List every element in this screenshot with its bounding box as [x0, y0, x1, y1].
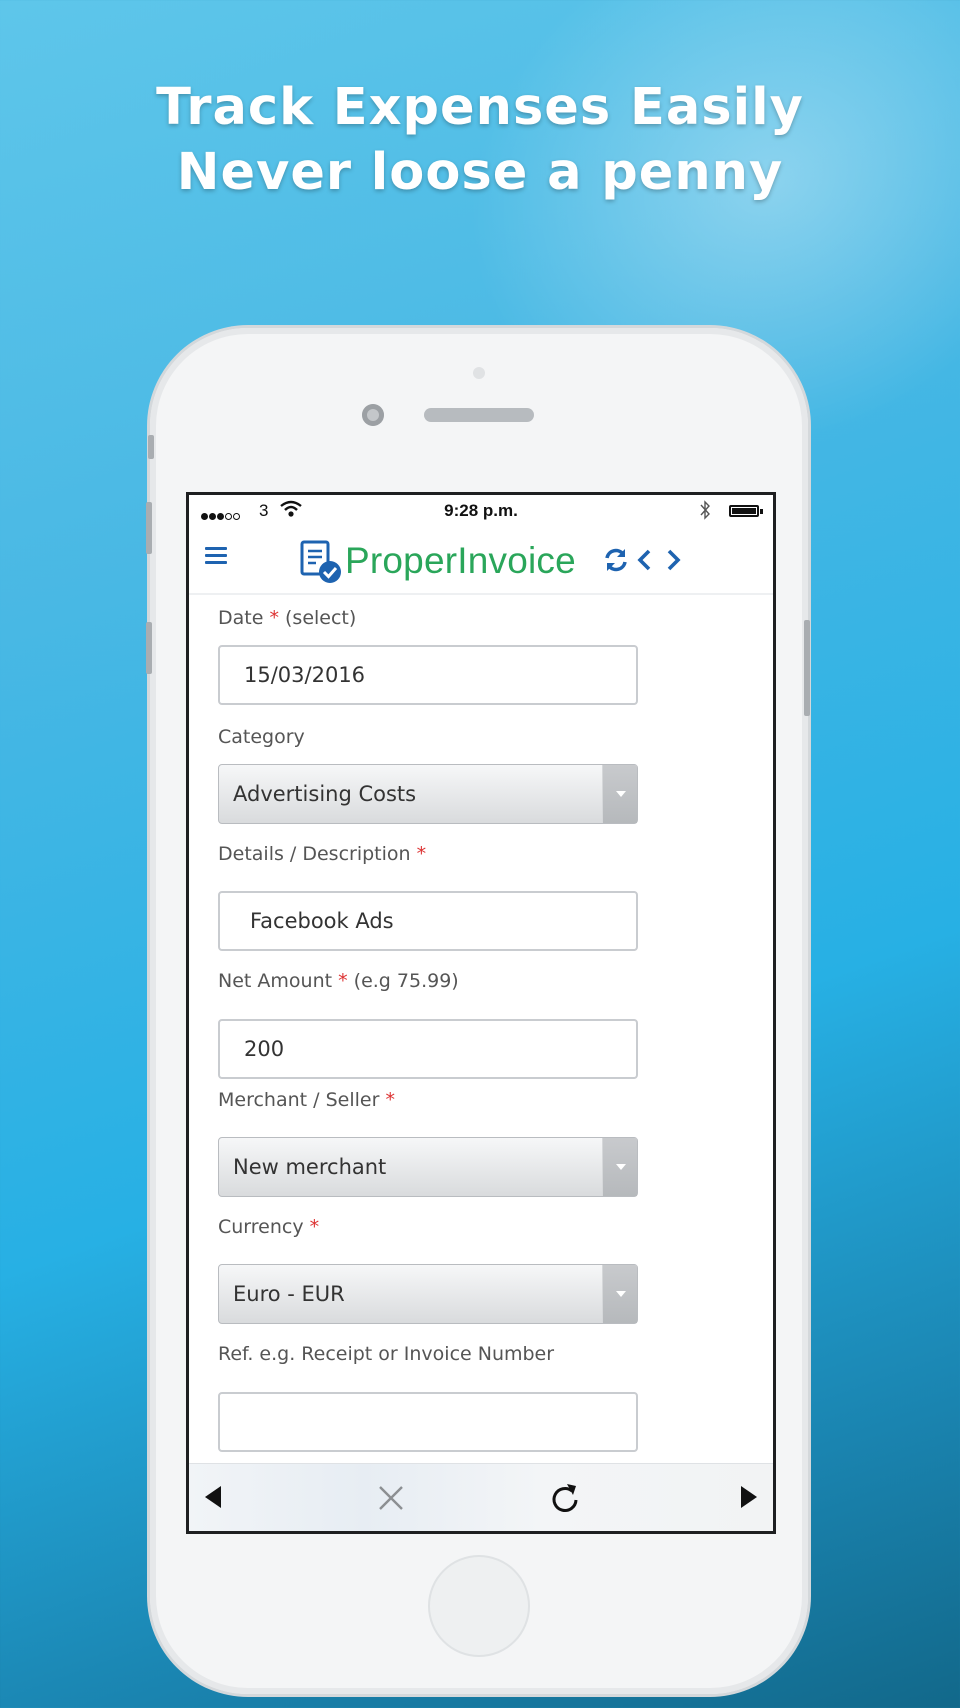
currency-value: Euro - EUR: [233, 1282, 345, 1306]
sync-icon[interactable]: [603, 547, 629, 573]
details-label: Details / Description *: [218, 843, 427, 865]
side-button: [804, 620, 810, 716]
date-label: Date * (select): [218, 607, 357, 629]
merchant-value: New merchant: [233, 1155, 387, 1179]
chevron-left-icon[interactable]: [635, 547, 655, 573]
required-marker: *: [385, 1089, 395, 1111]
volume-down-button: [146, 622, 152, 674]
home-button[interactable]: [428, 1555, 530, 1657]
back-icon[interactable]: [205, 1486, 221, 1508]
required-marker: *: [416, 843, 427, 865]
proximity-sensor: [473, 367, 485, 379]
reload-icon[interactable]: [550, 1482, 580, 1514]
merchant-select[interactable]: New merchant: [218, 1137, 638, 1197]
battery-icon: [729, 505, 763, 517]
currency-select[interactable]: Euro - EUR: [218, 1264, 638, 1324]
date-field[interactable]: 15/03/2016: [218, 645, 638, 705]
reference-field[interactable]: [218, 1392, 638, 1452]
front-camera: [362, 404, 384, 426]
category-select[interactable]: Advertising Costs: [218, 764, 638, 824]
dropdown-caret-icon[interactable]: [602, 765, 637, 823]
details-field[interactable]: Facebook Ads: [218, 891, 638, 951]
chevron-right-icon[interactable]: [663, 547, 683, 573]
promo-subheadline: Never loose a penny: [176, 143, 784, 202]
bluetooth-icon: [700, 500, 710, 520]
phone-screen: 3 9:28 p.m. ProperInvoice Date * (select…: [186, 492, 776, 1534]
dropdown-caret-icon[interactable]: [602, 1265, 637, 1323]
net-amount-label: Net Amount * (e.g 75.99): [218, 970, 459, 992]
browser-toolbar: [189, 1463, 773, 1531]
app-header: ProperInvoice: [189, 529, 773, 595]
reference-label: Ref. e.g. Receipt or Invoice Number: [218, 1343, 555, 1365]
required-marker: *: [338, 970, 348, 992]
date-hint: (select): [285, 607, 357, 629]
required-marker: *: [269, 607, 279, 629]
merchant-label: Merchant / Seller *: [218, 1089, 395, 1111]
forward-icon[interactable]: [741, 1486, 757, 1508]
close-icon[interactable]: [377, 1484, 405, 1512]
invoice-logo-icon: [300, 540, 341, 583]
status-time: 9:28 p.m.: [444, 501, 518, 520]
status-bar: 3 9:28 p.m.: [189, 495, 773, 529]
category-label: Category: [218, 726, 305, 748]
net-amount-hint: (e.g 75.99): [353, 970, 459, 992]
promo-headline: Track Expenses Easily: [156, 78, 804, 137]
category-value: Advertising Costs: [233, 782, 417, 806]
hamburger-menu-icon[interactable]: [205, 547, 227, 567]
volume-up-button: [146, 502, 152, 554]
dropdown-caret-icon[interactable]: [602, 1138, 637, 1196]
app-logo: ProperInvoice: [345, 540, 576, 581]
mute-switch: [148, 435, 154, 459]
earpiece-speaker: [424, 408, 534, 422]
net-amount-field[interactable]: 200: [218, 1019, 638, 1079]
currency-label: Currency *: [218, 1216, 320, 1238]
required-marker: *: [309, 1216, 320, 1238]
